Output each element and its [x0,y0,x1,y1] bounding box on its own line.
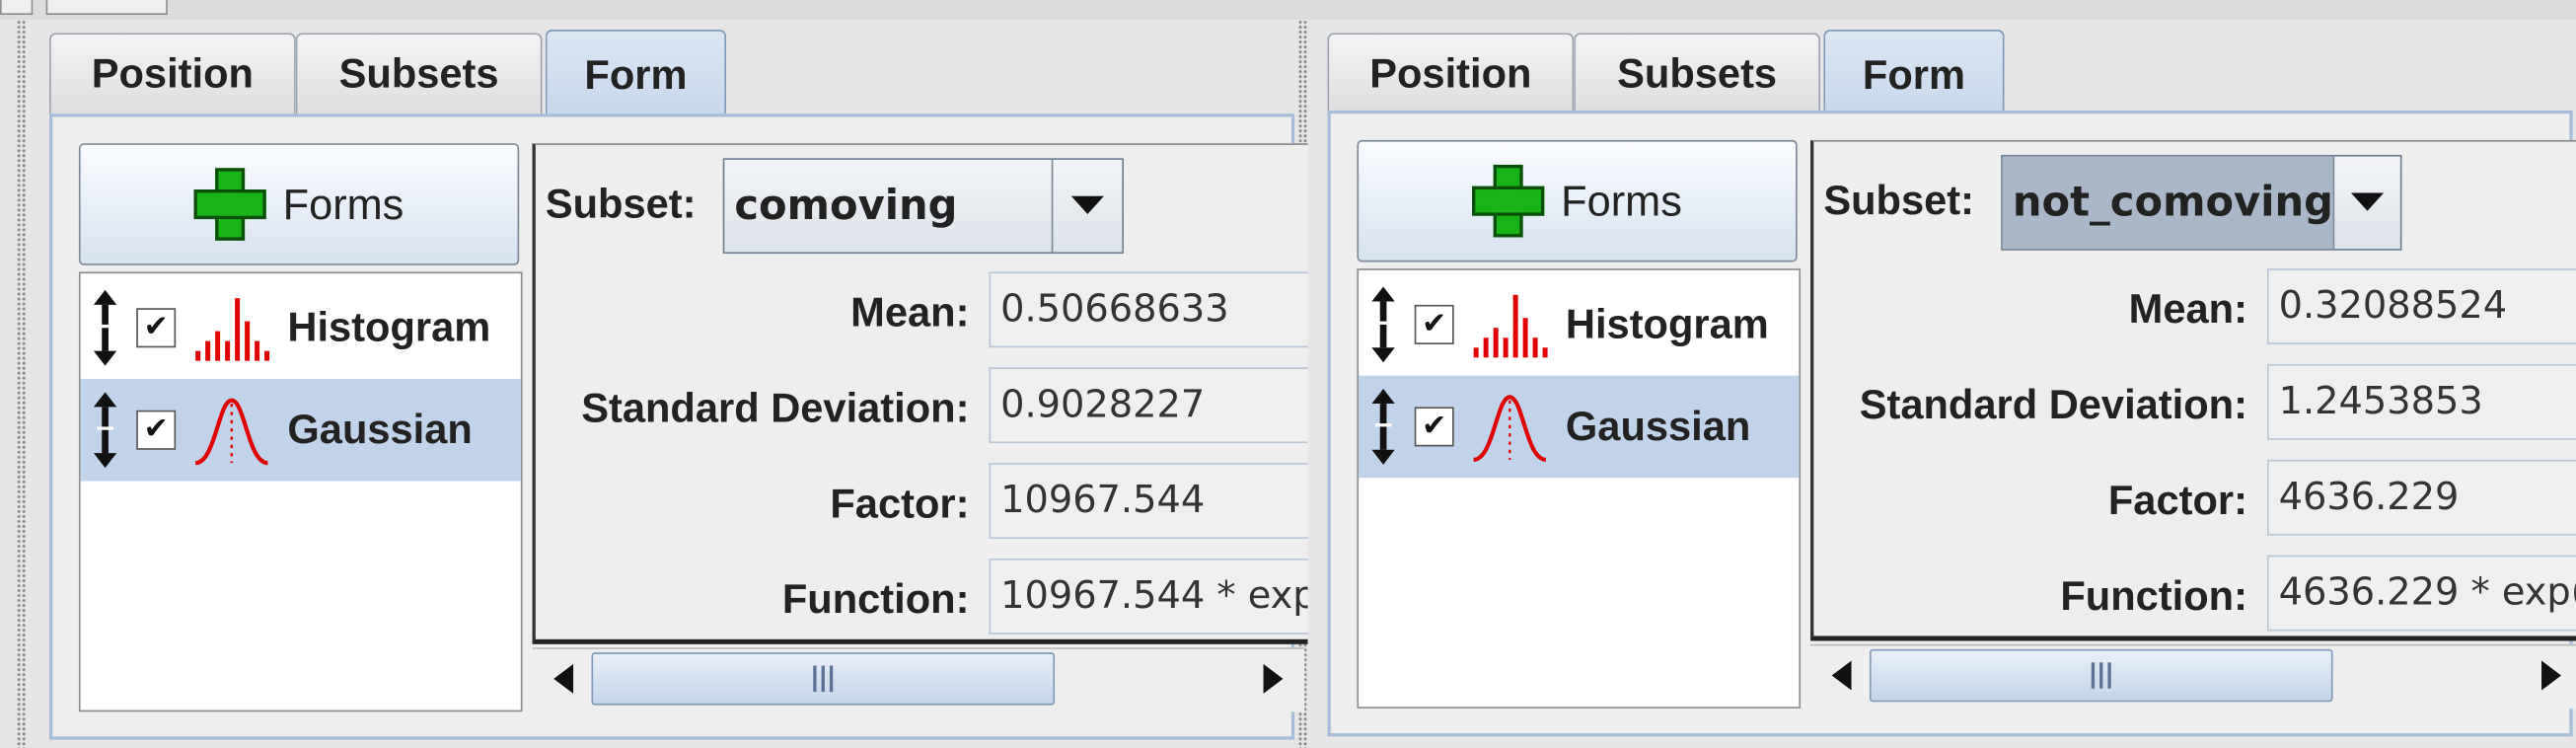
factor-label: Factor: [830,481,970,528]
factor-field[interactable]: 10967.544 [989,463,1308,539]
drag-handle-icon[interactable] [1371,286,1395,363]
subset-value: comoving [734,181,958,230]
tab-position[interactable]: Position [1327,33,1575,115]
std-dev-field[interactable]: 0.9028227 [989,367,1308,444]
gaussian-icon [192,394,271,466]
forms-button[interactable]: Forms [78,143,520,265]
histogram-checkbox[interactable]: ✔ [136,308,177,348]
forms-button-label: Forms [282,179,405,229]
window-top-strip [0,0,2576,21]
std-dev-label: Standard Deviation: [1859,382,2247,429]
subset-dropdown[interactable]: not_comoving [2001,154,2402,251]
scrollbar-thumb[interactable] [1869,648,2333,703]
form-panel-left: Position Subsets Form Forms ✔ Histogram [13,20,1308,748]
plus-icon [193,168,267,241]
drag-handle-icon[interactable] [93,289,117,366]
list-item-label: Gaussian [287,406,473,453]
mean-label: Mean: [850,289,970,337]
form-tab-content: Forms ✔ Histogram ✔ [48,113,1308,740]
subset-value: not_comoving [2002,156,2333,250]
drag-handle-icon[interactable] [1371,389,1395,465]
tab-form[interactable]: Form [545,30,727,122]
tab-form[interactable]: Form [1823,30,2005,122]
std-dev-field[interactable]: 1.2453853 [2266,363,2576,440]
form-tab-content: Forms ✔ Histogram ✔ [1327,110,2576,737]
function-label: Function: [2060,573,2247,620]
horizontal-scrollbar[interactable] [1810,643,2576,709]
form-list: ✔ Histogram ✔ Gaussian [1357,268,1802,709]
histogram-icon [1470,288,1549,360]
forms-button[interactable]: Forms [1357,139,1798,262]
forms-button-label: Forms [1561,175,1682,225]
list-item-histogram[interactable]: ✔ Histogram [81,276,521,379]
tab-position[interactable]: Position [48,33,296,115]
form-details: Subset: not_comoving Mean: 0.32088524 St… [1810,139,2576,641]
list-item-gaussian[interactable]: ✔ Gaussian [1359,375,1800,479]
list-item-label: Histogram [287,304,491,350]
plus-icon [1472,164,1545,238]
subset-dropdown[interactable]: comoving [722,158,1124,255]
scrollbar-thumb[interactable] [591,652,1056,706]
mean-field[interactable]: 0.50668633 [989,271,1308,348]
horizontal-scrollbar[interactable] [532,647,1305,712]
tab-subsets[interactable]: Subsets [295,33,543,115]
scroll-left-icon[interactable] [1817,649,1867,702]
toolbar-button-left[interactable] [0,0,34,16]
subset-label: Subset: [545,181,697,228]
subset-label: Subset: [1823,178,1975,225]
drag-handle-icon[interactable] [93,392,117,469]
form-details: Subset: comoving Mean: 0.50668633 Standa… [532,143,1308,644]
chevron-down-icon[interactable] [1051,159,1123,253]
toolbar-button-right[interactable] [45,0,168,16]
list-item-histogram[interactable]: ✔ Histogram [1359,273,1799,376]
form-list: ✔ Histogram ✔ Gaussian [78,271,523,712]
tab-subsets[interactable]: Subsets [1574,33,1821,115]
mean-label: Mean: [2128,286,2247,334]
gaussian-icon [1470,391,1549,463]
factor-label: Factor: [2107,478,2247,524]
list-item-label: Histogram [1565,300,1769,347]
form-panel-right: Position Subsets Form Forms ✔ Histogram [1291,20,2576,748]
screenshot-stage: Position Subsets Form Forms ✔ Histogram [0,0,2576,748]
std-dev-label: Standard Deviation: [581,385,970,432]
gaussian-checkbox[interactable]: ✔ [1414,407,1454,447]
function-label: Function: [781,576,970,624]
histogram-icon [192,292,271,364]
function-field[interactable]: 4636.229 * exp( [2266,555,2576,632]
histogram-checkbox[interactable]: ✔ [1414,304,1454,344]
scroll-right-icon[interactable] [2527,649,2576,702]
chevron-down-icon[interactable] [2332,156,2400,250]
function-field[interactable]: 10967.544 * exp( [989,558,1308,635]
gaussian-checkbox[interactable]: ✔ [136,410,177,450]
factor-field[interactable]: 4636.229 [2266,459,2576,536]
scroll-left-icon[interactable] [539,652,588,705]
list-item-label: Gaussian [1565,403,1751,449]
mean-field[interactable]: 0.32088524 [2266,268,2576,344]
list-item-gaussian[interactable]: ✔ Gaussian [80,379,521,482]
